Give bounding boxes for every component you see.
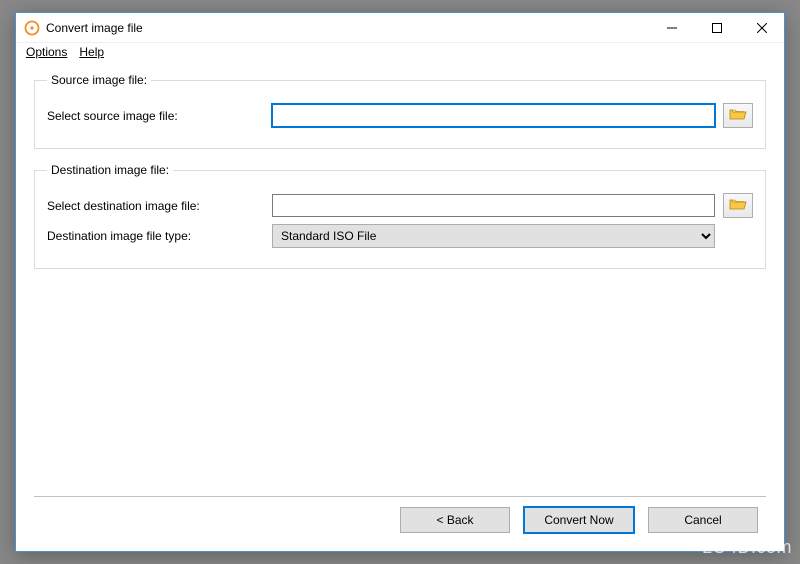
- app-disc-icon: [24, 20, 40, 36]
- destination-type-row: Destination image file type: Standard IS…: [47, 224, 753, 248]
- close-button[interactable]: [739, 13, 784, 42]
- button-row: < Back Convert Now Cancel: [34, 507, 766, 541]
- source-field-wrap: [272, 104, 715, 127]
- menu-help[interactable]: Help: [79, 45, 104, 59]
- window-title: Convert image file: [46, 21, 143, 35]
- destination-field-wrap: [272, 194, 715, 217]
- destination-input[interactable]: [272, 194, 715, 217]
- content-area: Source image file: Select source image f…: [16, 65, 784, 551]
- source-label: Select source image file:: [47, 109, 272, 123]
- cancel-button[interactable]: Cancel: [648, 507, 758, 533]
- source-legend: Source image file:: [47, 73, 151, 87]
- source-input[interactable]: [272, 104, 715, 127]
- back-button[interactable]: < Back: [400, 507, 510, 533]
- folder-icon: [729, 107, 747, 124]
- destination-type-select[interactable]: Standard ISO File: [272, 224, 715, 248]
- menubar: Options Help: [16, 43, 784, 65]
- separator: [34, 496, 766, 497]
- source-row: Select source image file:: [47, 103, 753, 128]
- titlebar: Convert image file: [16, 13, 784, 43]
- menu-options[interactable]: Options: [26, 45, 67, 59]
- destination-browse-button[interactable]: [723, 193, 753, 218]
- source-browse-button[interactable]: [723, 103, 753, 128]
- convert-now-button[interactable]: Convert Now: [524, 507, 634, 533]
- source-group: Source image file: Select source image f…: [34, 73, 766, 149]
- destination-group: Destination image file: Select destinati…: [34, 163, 766, 269]
- destination-type-label: Destination image file type:: [47, 229, 272, 243]
- destination-select-label: Select destination image file:: [47, 199, 272, 213]
- destination-legend: Destination image file:: [47, 163, 173, 177]
- destination-select-row: Select destination image file:: [47, 193, 753, 218]
- folder-icon: [729, 197, 747, 214]
- minimize-button[interactable]: [649, 13, 694, 42]
- app-window: Convert image file Options Help Source i…: [15, 12, 785, 552]
- destination-type-field-wrap: Standard ISO File: [272, 224, 715, 248]
- maximize-button[interactable]: [694, 13, 739, 42]
